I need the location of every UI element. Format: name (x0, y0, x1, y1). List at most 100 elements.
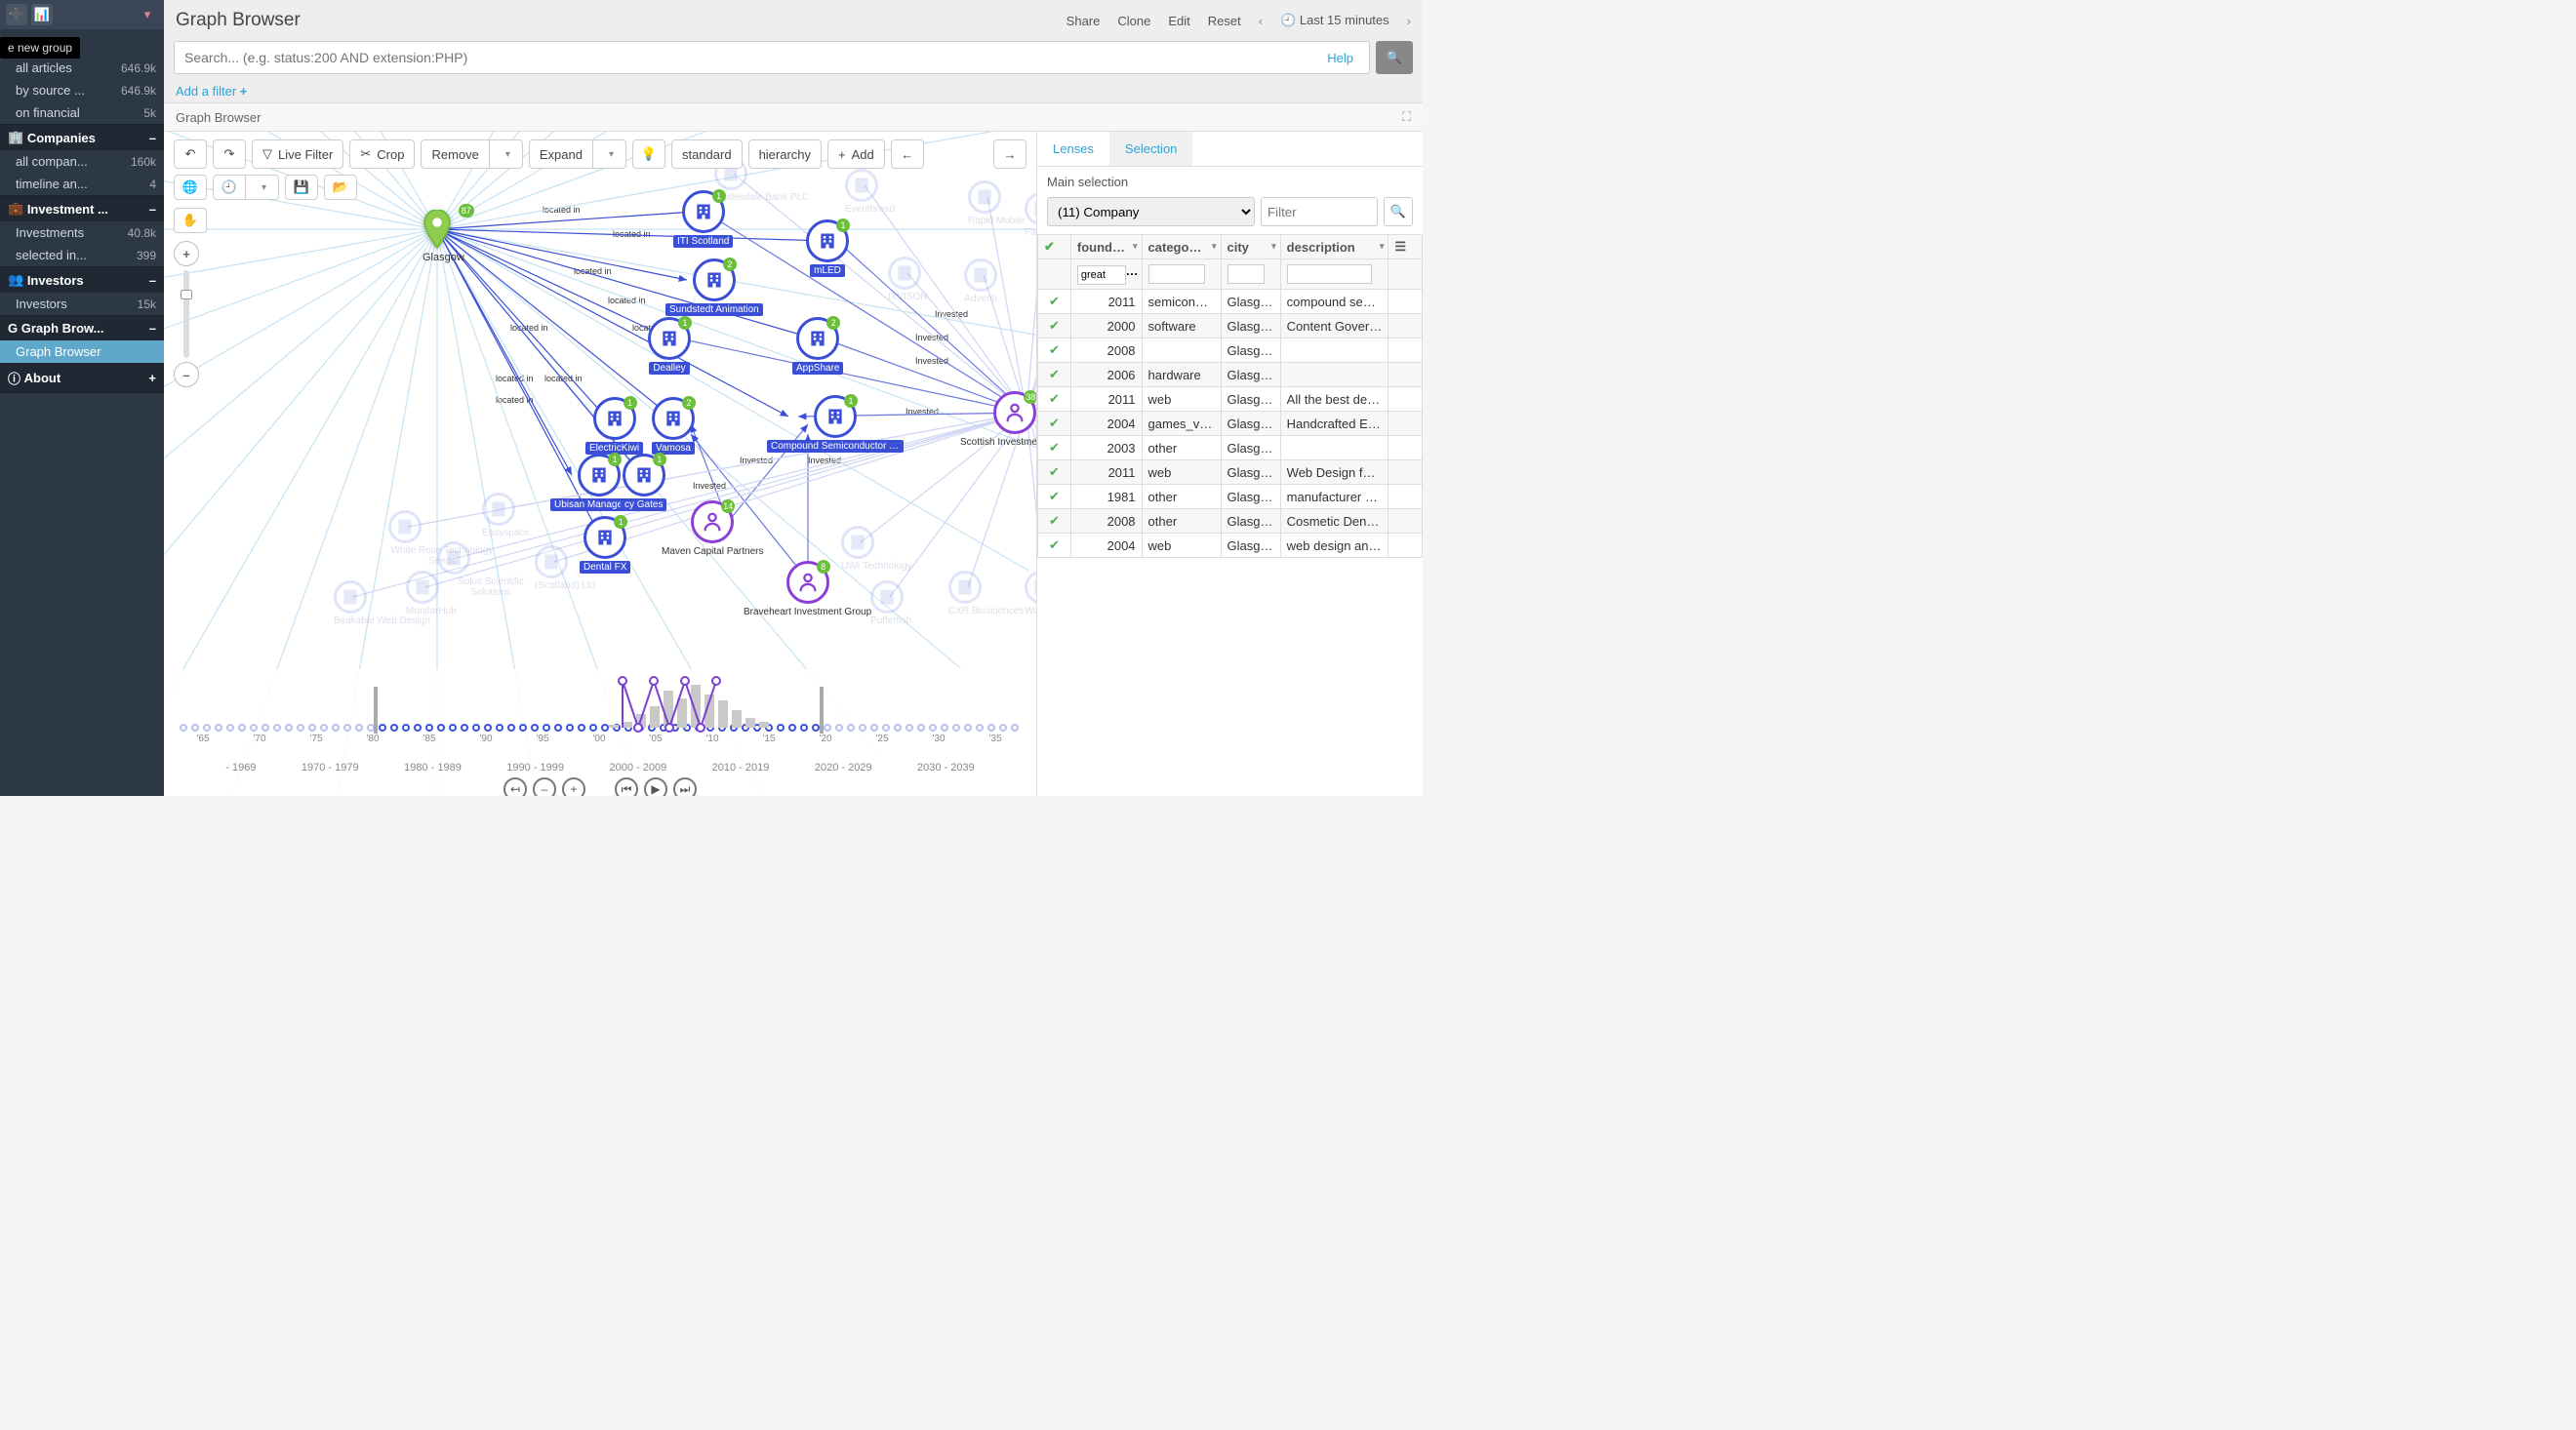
time-prev-icon[interactable]: ‹ (1259, 14, 1263, 28)
timeline[interactable]: '65'70'75'80'85'90'95'00'05'10'15'20'25'… (164, 669, 1036, 796)
share-button[interactable]: Share (1067, 14, 1101, 28)
sidebar-item-all-companies[interactable]: all compan...160k (0, 150, 164, 173)
edit-button[interactable]: Edit (1168, 14, 1189, 28)
search-help-link[interactable]: Help (1327, 51, 1353, 65)
graph-node-compound[interactable]: 1Compound Semiconductor Tech... (767, 395, 904, 456)
graph-node-mled[interactable]: 1mLED (806, 219, 849, 280)
remove-button[interactable]: Remove (421, 139, 489, 169)
remove-menu-button[interactable] (490, 139, 523, 169)
tab-selection[interactable]: Selection (1109, 132, 1192, 166)
sidebar-group-investors[interactable]: 👥 Investors– (0, 267, 164, 293)
tab-lenses[interactable]: Lenses (1037, 132, 1109, 166)
time-next-icon[interactable]: › (1407, 14, 1411, 28)
graph-node-appshare[interactable]: 2AppShare (792, 317, 843, 377)
pan-hand-icon[interactable]: ✋ (174, 208, 207, 233)
sidebar-item-by-source[interactable]: by source ...646.9k (0, 79, 164, 101)
funnel-icon: ▽ (262, 146, 272, 162)
columns-menu-icon[interactable]: ☰ (1389, 235, 1423, 259)
column-category[interactable]: category_c...▾ (1142, 235, 1221, 259)
open-icon[interactable]: 📂 (324, 175, 357, 200)
table-row[interactable]: ✔2011webGlasgowWeb Design for ... (1038, 460, 1423, 485)
redo-button[interactable]: ↷ (213, 139, 246, 169)
history-menu-icon[interactable] (246, 175, 279, 200)
table-row[interactable]: ✔2008otherGlasgowCosmetic Dentist (1038, 509, 1423, 534)
graph-node-iti[interactable]: 1ITI Scotland (673, 190, 733, 251)
filter-description[interactable] (1287, 264, 1373, 284)
timeline-play-icon[interactable]: ▶ (644, 777, 667, 796)
table-row[interactable]: ✔2008Glasgow (1038, 338, 1423, 363)
undo-button[interactable]: ↶ (174, 139, 207, 169)
sidebar-item-all-articles[interactable]: all articles646.9k (0, 57, 164, 79)
table-row[interactable]: ✔2004games_videoGlasgowHandcrafted Exp..… (1038, 412, 1423, 436)
graph-node-dental[interactable]: 1Dental FX (580, 516, 630, 576)
back-button[interactable]: ← (891, 139, 924, 169)
timeline-forward-icon[interactable]: ⏭ (673, 777, 697, 796)
graph-node-vamosa[interactable]: 2Vamosa (652, 397, 695, 457)
history-icon[interactable]: 🕘 (213, 175, 246, 200)
timeline-zoom-out-icon[interactable]: – (533, 777, 556, 796)
sidebar-group-about[interactable]: ⓘ About+ (0, 364, 164, 392)
clone-button[interactable]: Clone (1117, 14, 1150, 28)
table-row[interactable]: ✔2000softwareGlasgowContent Govern... (1038, 314, 1423, 338)
crop-button[interactable]: ✂Crop (349, 139, 415, 169)
sidebar-group-graph[interactable]: G Graph Brow...– (0, 316, 164, 340)
table-row[interactable]: ✔2011semicondu...Glasgowcompound semi... (1038, 290, 1423, 314)
sidebar-item-timeline[interactable]: timeline an...4 (0, 173, 164, 195)
column-city[interactable]: city▾ (1221, 235, 1280, 259)
layout-hierarchy-button[interactable]: hierarchy (748, 139, 822, 169)
table-row[interactable]: ✔2011webGlasgowAll the best deals (1038, 387, 1423, 412)
graph-node-brave[interactable]: 8Braveheart Investment Group (740, 561, 875, 621)
live-filter-button[interactable]: ▽Live Filter (252, 139, 343, 169)
filter-city[interactable] (1228, 264, 1265, 284)
entity-type-select[interactable]: (11) Company (1047, 197, 1255, 226)
filter-category[interactable] (1148, 264, 1205, 284)
column-description[interactable]: description▾ (1280, 235, 1389, 259)
search-input[interactable] (184, 50, 1327, 65)
zoom-in-button[interactable]: + (174, 241, 199, 266)
table-row[interactable]: ✔2004webGlasgowweb design and ... (1038, 534, 1423, 558)
timeline-zoom-in-icon[interactable]: + (562, 777, 585, 796)
new-dashboard-icon[interactable]: ➕ (6, 4, 27, 25)
expand-button[interactable]: Expand (529, 139, 593, 169)
expand-panel-icon[interactable]: ⛶ (1402, 109, 1411, 125)
filter-founded-greater[interactable] (1077, 265, 1126, 285)
forward-button[interactable]: → (993, 139, 1026, 169)
sidebar-group-companies[interactable]: 🏢 Companies– (0, 125, 164, 150)
table-row[interactable]: ✔1981otherGlasgowmanufacturer of... (1038, 485, 1423, 509)
timeline-rewind-icon[interactable]: ⏮ (615, 777, 638, 796)
graph-node-sund[interactable]: 2Sundstedt Animation (665, 258, 763, 319)
filter-funnel-icon[interactable]: ▾ (137, 4, 158, 25)
save-icon[interactable]: 💾 (285, 175, 318, 200)
zoom-slider[interactable] (183, 270, 189, 358)
select-all-checkbox[interactable]: ✔ (1038, 235, 1071, 259)
add-node-button[interactable]: + Add (827, 139, 885, 169)
sidebar-group-investment[interactable]: 💼 Investment ...– (0, 196, 164, 221)
add-filter-button[interactable]: Add a filter + (164, 80, 1423, 102)
graph-canvas[interactable]: ↶ ↷ ▽Live Filter ✂Crop Remove Expand 💡 s… (164, 132, 1036, 796)
time-range-picker[interactable]: 🕘 Last 15 minutes (1280, 13, 1389, 28)
sidebar-item-investments[interactable]: Investments40.8k (0, 221, 164, 244)
sidebar-item-selected[interactable]: selected in...399 (0, 244, 164, 266)
layout-standard-button[interactable]: standard (671, 139, 743, 169)
table-row[interactable]: ✔2006hardwareGlasgow (1038, 363, 1423, 387)
table-row[interactable]: ✔2003otherGlasgow (1038, 436, 1423, 460)
sidebar-item-graph-browser[interactable]: Graph Browser (0, 340, 164, 363)
zoom-out-button[interactable]: – (174, 362, 199, 387)
graph-node-electric[interactable]: 1ElectricKiwi (585, 397, 643, 457)
timeline-step-back-icon[interactable]: ↤ (503, 777, 527, 796)
search-button[interactable]: 🔍 (1376, 41, 1413, 74)
column-founded[interactable]: founded:...▾ (1070, 235, 1142, 259)
selection-filter-input[interactable] (1261, 197, 1378, 226)
chart-icon[interactable]: 📊 (31, 4, 53, 25)
graph-node-maven[interactable]: 14Maven Capital Partners (658, 500, 768, 561)
reset-button[interactable]: Reset (1208, 14, 1241, 28)
hint-button[interactable]: 💡 (632, 139, 665, 169)
graph-node-sib[interactable]: 38Scottish Investment Bank (956, 391, 1036, 452)
expand-menu-button[interactable] (593, 139, 626, 169)
sidebar-item-investors[interactable]: Investors15k (0, 293, 164, 315)
selection-search-button[interactable]: 🔍 (1384, 197, 1413, 226)
globe-icon[interactable]: 🌐 (174, 175, 207, 200)
sidebar-item-on-financial[interactable]: on financial5k (0, 101, 164, 124)
graph-node-dealley[interactable]: 1Dealley (648, 317, 691, 377)
svg-text:'80: '80 (366, 734, 379, 744)
